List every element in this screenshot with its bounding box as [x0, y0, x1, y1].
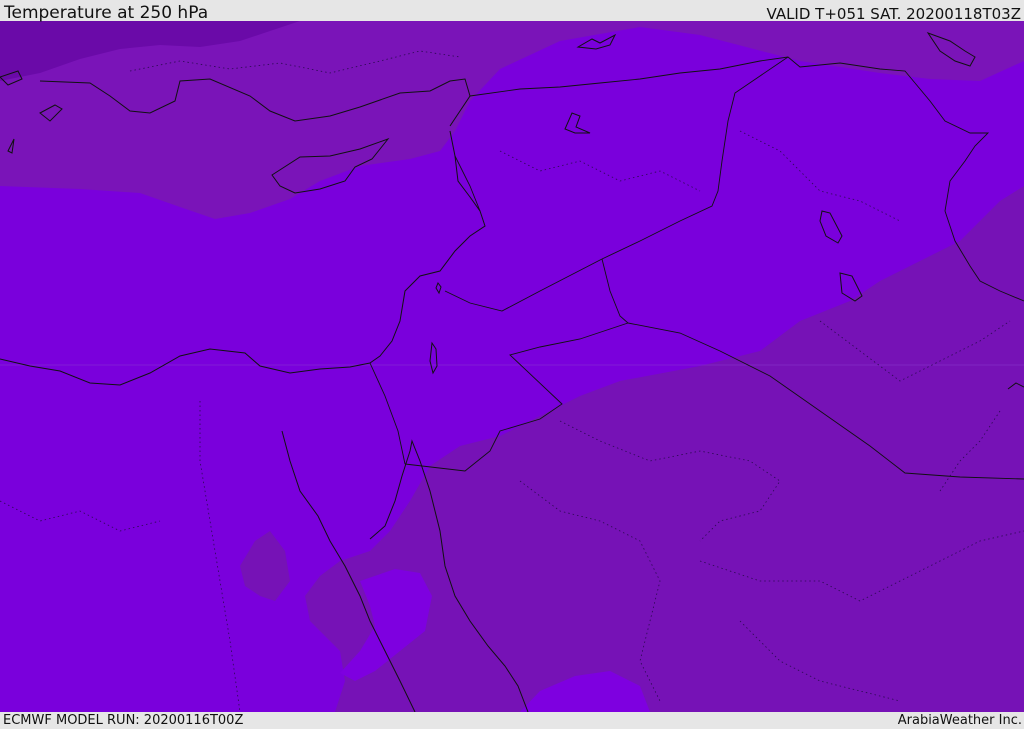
- model-run-label: ECMWF MODEL RUN: 20200116T00Z: [3, 713, 244, 728]
- map-title: Temperature at 250 hPa: [4, 3, 209, 23]
- weather-map[interactable]: [0, 21, 1024, 712]
- valid-time-label: VALID T+051 SAT. 20200118T03Z: [766, 5, 1021, 23]
- temperature-field-svg: [0, 21, 1024, 712]
- header-bar: Temperature at 250 hPa VALID T+051 SAT. …: [0, 0, 1024, 23]
- credit-label: ArabiaWeather Inc.: [897, 713, 1022, 728]
- footer-bar: ECMWF MODEL RUN: 20200116T00Z ArabiaWeat…: [0, 712, 1024, 729]
